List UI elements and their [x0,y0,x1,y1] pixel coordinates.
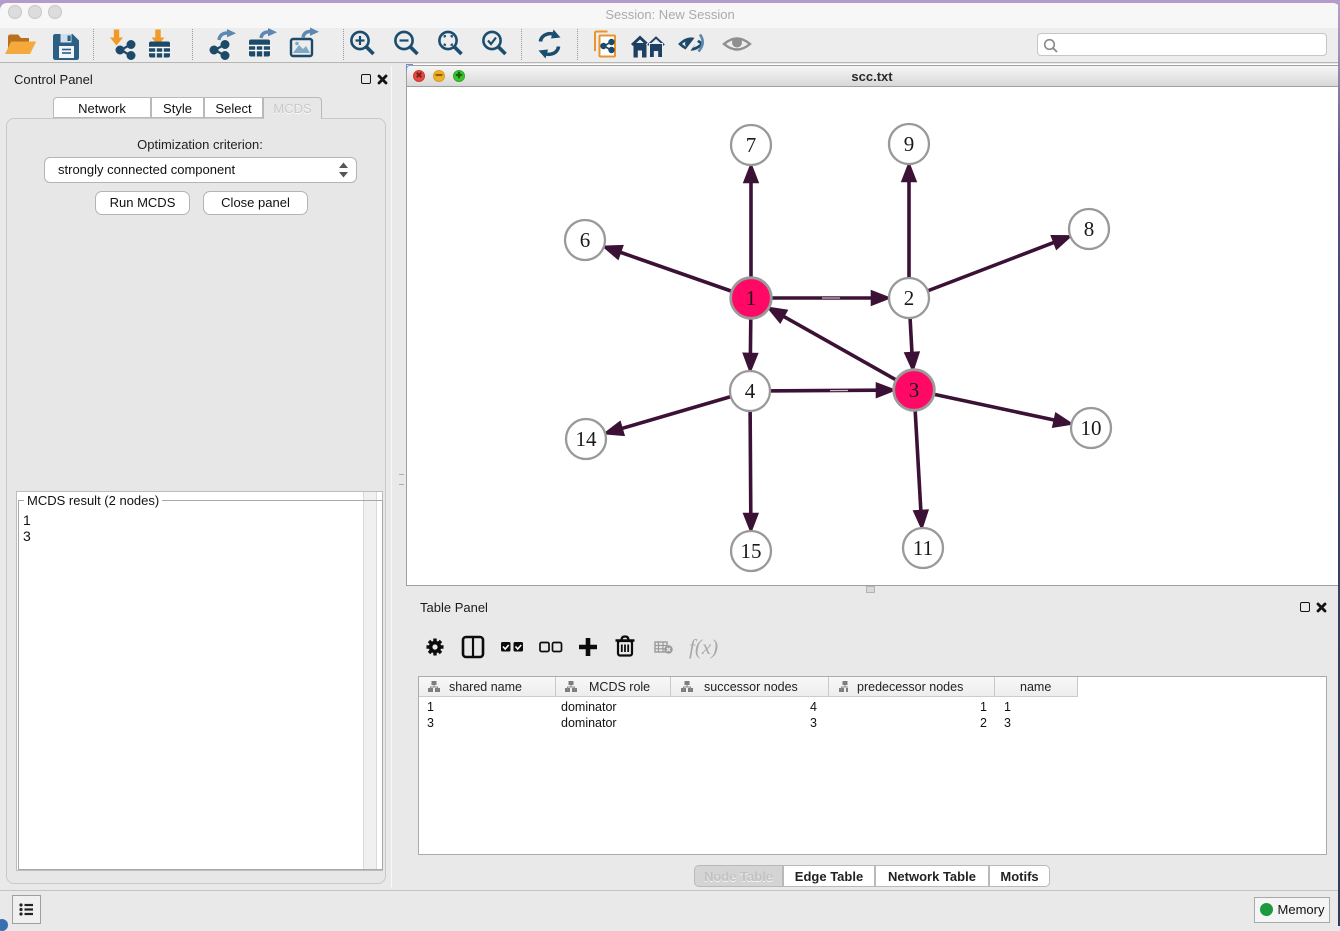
svg-text:4: 4 [745,379,756,403]
svg-text:7: 7 [746,133,757,157]
svg-text:14: 14 [576,427,598,451]
svg-text:f(x): f(x) [689,635,718,659]
svg-text:11: 11 [913,536,933,560]
svg-text:10: 10 [1081,416,1102,440]
svg-text:15: 15 [741,539,762,563]
svg-text:8: 8 [1084,217,1095,241]
svg-text:3: 3 [909,378,920,402]
svg-text:2: 2 [904,286,915,310]
svg-text:9: 9 [904,132,915,156]
svg-text:6: 6 [580,228,591,252]
svg-text:1: 1 [746,286,757,310]
